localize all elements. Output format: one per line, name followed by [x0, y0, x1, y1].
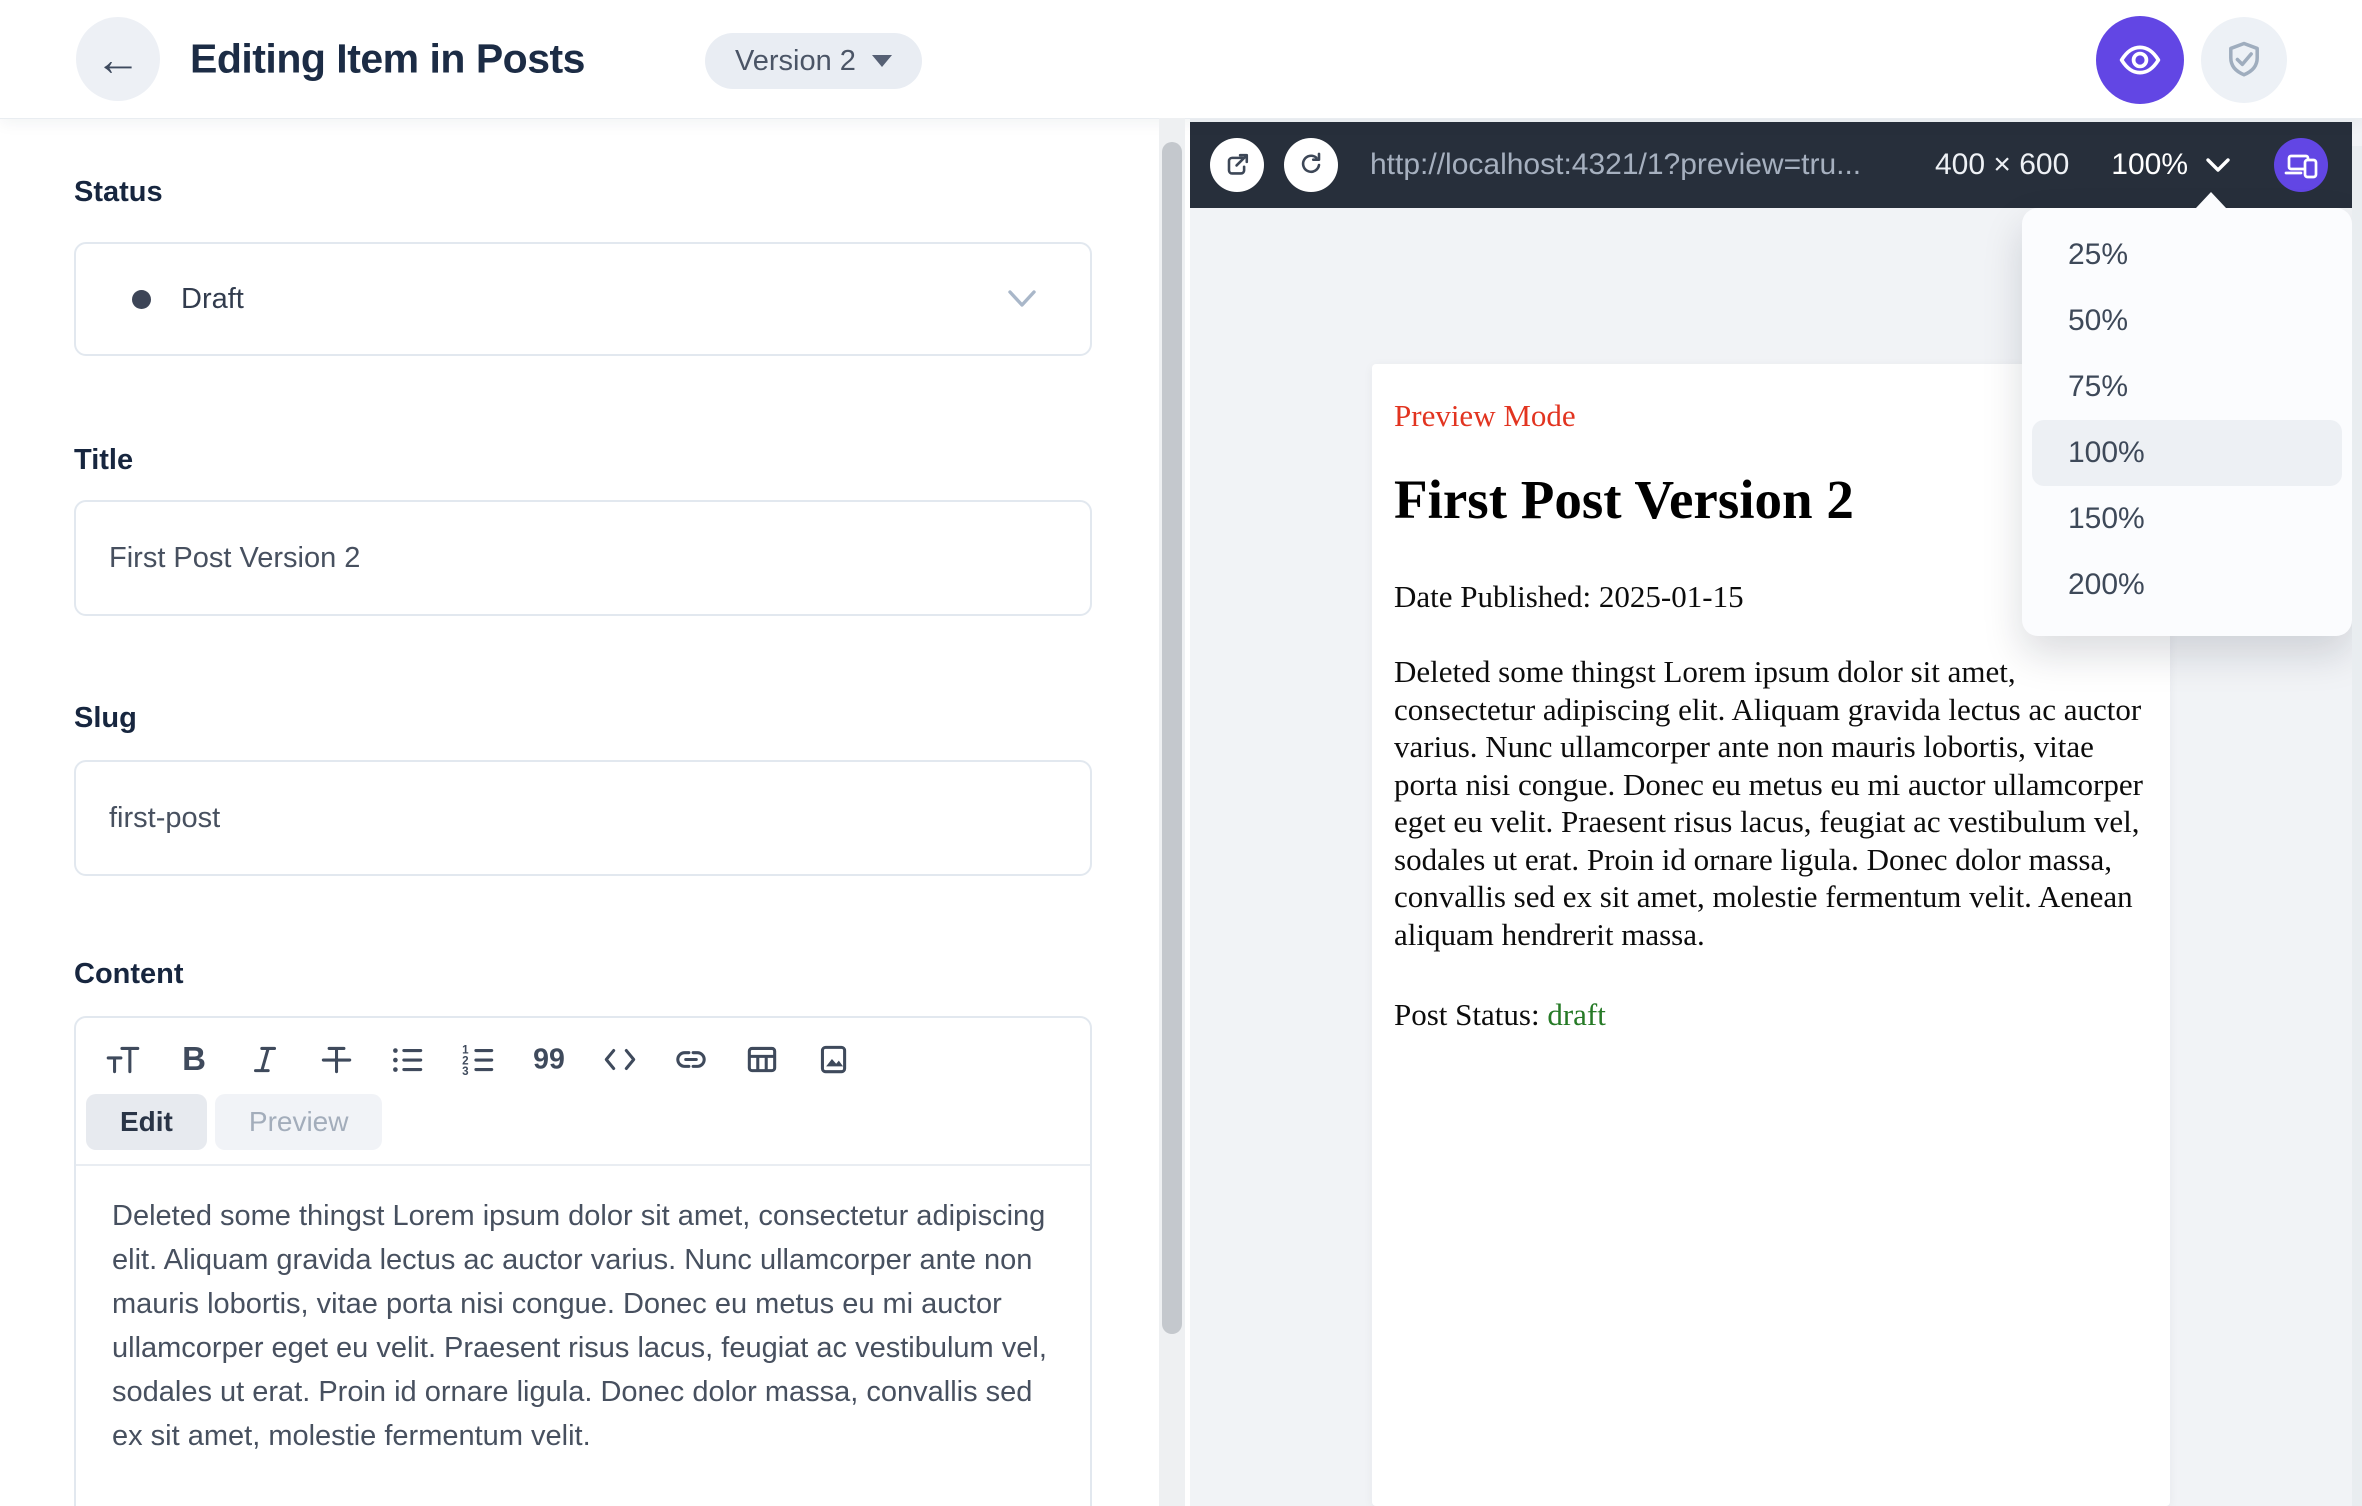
version-selector[interactable]: Version 2 [705, 33, 922, 89]
preview-toggle-button[interactable] [2096, 16, 2184, 104]
refresh-button[interactable] [1284, 138, 1338, 192]
table-icon[interactable] [743, 1040, 781, 1078]
title-input[interactable] [74, 500, 1092, 616]
zoom-option-75[interactable]: 75% [2032, 354, 2342, 420]
back-button[interactable]: ← [76, 17, 160, 101]
window-scrollbar[interactable] [2352, 146, 2362, 1506]
eye-icon [2117, 37, 2163, 83]
slug-input[interactable] [74, 760, 1092, 876]
preview-post-status: Post Status: draft [1394, 997, 1606, 1032]
title-label: Title [74, 444, 134, 476]
heading-icon[interactable] [104, 1040, 142, 1078]
link-icon[interactable] [672, 1040, 710, 1078]
italic-icon[interactable] [246, 1040, 284, 1078]
tab-preview[interactable]: Preview [214, 1094, 383, 1150]
status-dot-icon [132, 289, 151, 309]
left-pane-scrollbar-thumb[interactable] [1162, 142, 1182, 1334]
bullet-list-icon[interactable] [388, 1040, 426, 1078]
preview-body: Deleted some thingst Lorem ipsum dolor s… [1394, 654, 2143, 952]
svg-text:3: 3 [462, 1065, 469, 1078]
device-size-button[interactable] [2274, 138, 2328, 192]
content-label: Content [74, 958, 184, 990]
editor-tabs: Edit Preview [76, 1078, 1090, 1150]
preview-pane: http://localhost:4321/1?preview=tru... 4… [1190, 118, 2362, 1506]
refresh-icon [1301, 152, 1321, 174]
zoom-option-25[interactable]: 25% [2032, 222, 2342, 288]
preview-toolbar: http://localhost:4321/1?preview=tru... 4… [1190, 122, 2352, 208]
page-title: Editing Item in Posts [190, 35, 585, 82]
status-value: Draft [181, 282, 244, 315]
validation-button[interactable] [2201, 17, 2287, 103]
edit-form-pane: Status Draft Title Slug Content B [0, 118, 1190, 1506]
chevron-down-icon [1008, 290, 1036, 307]
chevron-down-icon [2206, 158, 2230, 172]
version-label: Version 2 [735, 44, 856, 77]
content-textarea[interactable]: Deleted some thingst Lorem ipsum dolor s… [76, 1166, 1090, 1458]
zoom-dropdown-trigger[interactable]: 100% [2111, 148, 2232, 182]
status-label: Status [74, 176, 163, 208]
back-arrow-icon: ← [95, 33, 141, 85]
preview-url[interactable]: http://localhost:4321/1?preview=tru... [1370, 148, 1915, 182]
ordered-list-icon[interactable]: 1 2 3 [459, 1040, 497, 1078]
editor-screen: ← Editing Item in Posts Version 2 Status… [0, 0, 2362, 1506]
status-select[interactable]: Draft [74, 242, 1092, 356]
tab-edit[interactable]: Edit [86, 1094, 207, 1150]
zoom-dropdown-menu: 25% 50% 75% 100% 150% 200% [2022, 208, 2352, 636]
shield-check-icon [2222, 38, 2266, 82]
caret-down-icon [871, 55, 892, 67]
preview-status-value: draft [1547, 997, 1606, 1032]
zoom-value: 100% [2111, 148, 2188, 181]
code-icon[interactable] [601, 1040, 639, 1078]
zoom-option-100[interactable]: 100% [2032, 420, 2342, 486]
slug-label: Slug [74, 702, 137, 734]
zoom-option-150[interactable]: 150% [2032, 486, 2342, 552]
external-link-icon [1227, 153, 1249, 175]
zoom-option-50[interactable]: 50% [2032, 288, 2342, 354]
image-icon[interactable] [814, 1040, 852, 1078]
dropdown-caret [2196, 192, 2226, 208]
strikethrough-icon[interactable] [317, 1040, 355, 1078]
responsive-device-icon [2284, 154, 2318, 179]
editor-toolbar: B 1 2 3 99 [76, 1018, 1090, 1078]
content-editor: B 1 2 3 99 Edit Preview Deleted some thi… [74, 1016, 1092, 1506]
viewport-size: 400 × 600 [1934, 148, 2070, 181]
open-external-button[interactable] [1210, 138, 1264, 192]
zoom-option-200[interactable]: 200% [2032, 552, 2342, 618]
bold-icon[interactable]: B [175, 1040, 213, 1078]
blockquote-icon[interactable]: 99 [530, 1040, 568, 1078]
svg-text:99: 99 [533, 1044, 565, 1076]
app-header: ← Editing Item in Posts Version 2 [0, 0, 2362, 118]
